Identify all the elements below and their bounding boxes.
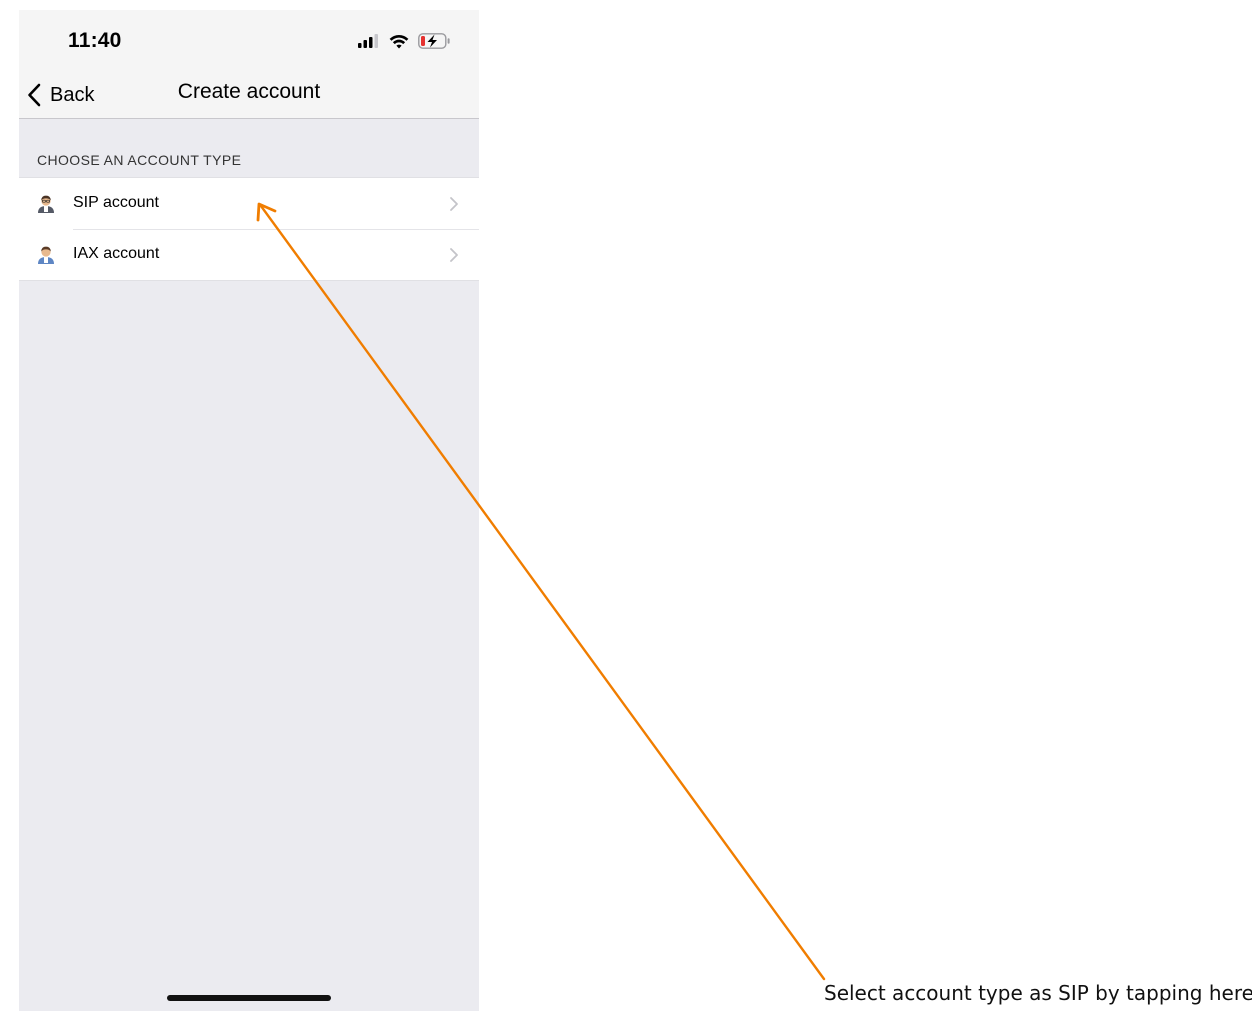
wifi-icon <box>389 34 409 48</box>
list-item-label: SIP account <box>73 194 159 211</box>
list-item-sip-account[interactable]: SIP account <box>19 178 479 229</box>
list-item-label: IAX account <box>73 245 160 262</box>
list-item-iax-account[interactable]: IAX account <box>19 229 479 280</box>
section-header: CHOOSE AN ACCOUNT TYPE <box>37 152 242 168</box>
chevron-right-icon <box>450 248 458 262</box>
status-icons <box>358 31 451 51</box>
status-bar: 11:40 <box>19 10 479 72</box>
home-indicator[interactable] <box>167 995 331 1001</box>
annotation-caption: Select account type as SIP by tapping he… <box>824 981 1252 1005</box>
user-avatar-icon <box>38 195 54 213</box>
user-avatar-icon <box>38 246 54 264</box>
chevron-right-icon <box>450 197 458 211</box>
page-title: Create account <box>177 80 321 103</box>
phone-screen: 11:40 Back Create account CHOOSE AN ACCO… <box>19 10 479 1011</box>
navigation-bar: Back Create account <box>19 72 479 119</box>
signal-icon <box>358 34 378 48</box>
battery-charging-icon <box>418 33 450 49</box>
status-time: 11:40 <box>68 29 122 52</box>
account-type-list: SIP account IAX account <box>19 177 479 281</box>
